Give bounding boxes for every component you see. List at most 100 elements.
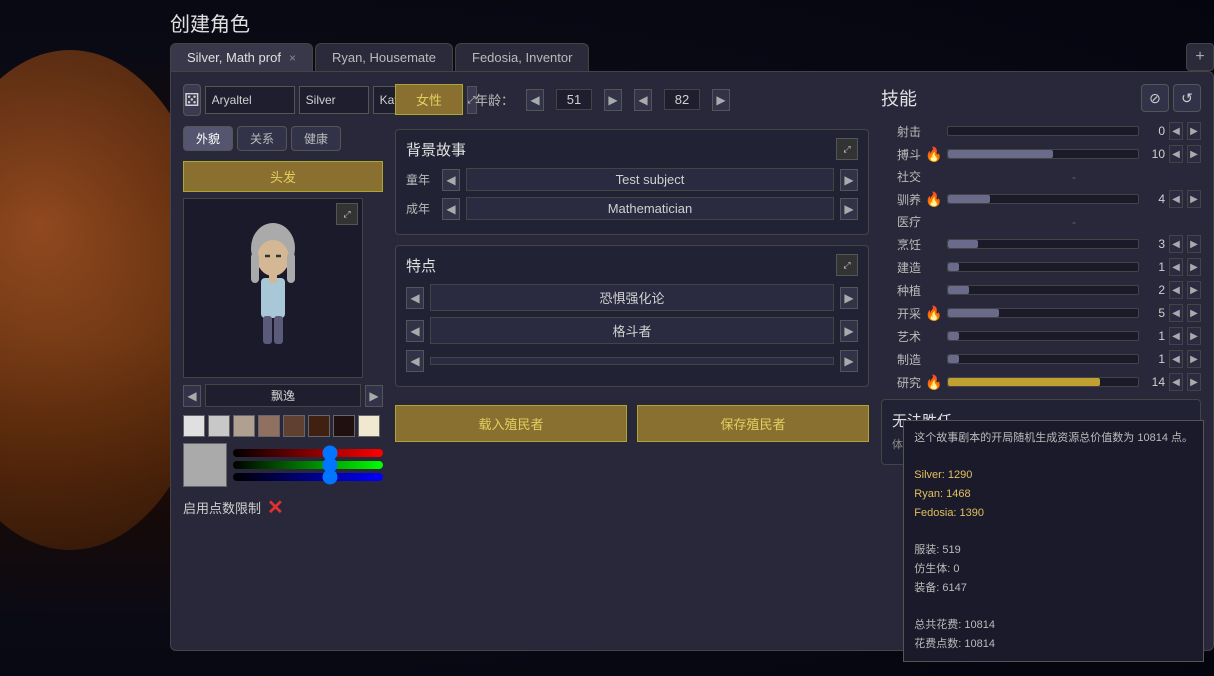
skill-val-2: -: [947, 170, 1201, 184]
tab-add-button[interactable]: +: [1186, 43, 1214, 71]
adult-next[interactable]: ▶: [840, 198, 858, 220]
skill-prev-6[interactable]: ◀: [1169, 258, 1183, 276]
traits-title: 特点: [406, 255, 436, 276]
skill-prev-8[interactable]: ◀: [1169, 304, 1183, 322]
skill-next-8[interactable]: ▶: [1187, 304, 1201, 322]
skill-fire-11: 🔥: [925, 374, 943, 391]
blue-slider[interactable]: [233, 473, 383, 481]
age-max-next[interactable]: ▶: [712, 89, 730, 111]
age-min-prev[interactable]: ◀: [526, 89, 544, 111]
subtab-appearance[interactable]: 外貌: [183, 126, 233, 151]
adult-value: Mathematician: [466, 197, 834, 220]
skill-next-5[interactable]: ▶: [1187, 235, 1201, 253]
adult-prev[interactable]: ◀: [442, 198, 460, 220]
skill-next-1[interactable]: ▶: [1187, 145, 1201, 163]
traits-header: 特点 ⤢: [406, 254, 858, 276]
tooltip-total: 总共花费: 10814: [914, 616, 1193, 635]
skill-fire-3: 🔥: [925, 191, 943, 208]
tab-fedosia[interactable]: Fedosia, Inventor: [455, 43, 589, 71]
point-limit-row: 启用点数限制 ✕: [183, 495, 383, 520]
traits-expand-button[interactable]: ⤢: [836, 254, 858, 276]
childhood-prev[interactable]: ◀: [442, 169, 460, 191]
save-colonist-button[interactable]: 保存殖民者: [637, 405, 869, 442]
color-swatch-0[interactable]: [183, 415, 205, 437]
dice-button[interactable]: ⚄: [183, 84, 201, 116]
color-swatch-3[interactable]: [258, 415, 280, 437]
character-preview: ⤢: [183, 198, 363, 378]
skill-name-3: 驯养: [881, 191, 921, 208]
style-next-button[interactable]: ▶: [365, 385, 383, 407]
trait-3-next[interactable]: ▶: [840, 350, 858, 372]
skill-prev-10[interactable]: ◀: [1169, 350, 1183, 368]
skill-prev-9[interactable]: ◀: [1169, 327, 1183, 345]
tab-silver[interactable]: Silver, Math prof ×: [170, 43, 313, 71]
gender-button[interactable]: 女性: [395, 84, 463, 115]
tooltip-bionic: 仿生体: 0: [914, 560, 1193, 579]
color-swatch-7[interactable]: [358, 415, 380, 437]
skill-fire-9: [925, 328, 943, 344]
skill-prev-1[interactable]: ◀: [1169, 145, 1183, 163]
trait-3-prev[interactable]: ◀: [406, 350, 424, 372]
middle-name-input[interactable]: [299, 86, 369, 114]
tooltip-silver: Silver: 1290: [914, 466, 1193, 485]
skill-prev-3[interactable]: ◀: [1169, 190, 1183, 208]
skill-prev-7[interactable]: ◀: [1169, 281, 1183, 299]
tooltip-desc: 这个故事剧本的开局随机生成资源总价值数为 10814 点。: [914, 429, 1193, 448]
skill-row-7: 种植 2◀▶: [881, 281, 1201, 299]
red-slider[interactable]: [233, 449, 383, 457]
skill-prev-11[interactable]: ◀: [1169, 373, 1183, 391]
skill-prev-0[interactable]: ◀: [1169, 122, 1183, 140]
skill-next-6[interactable]: ▶: [1187, 258, 1201, 276]
skills-reset-button[interactable]: ⊘: [1141, 84, 1169, 112]
color-swatch-6[interactable]: [333, 415, 355, 437]
skill-next-3[interactable]: ▶: [1187, 190, 1201, 208]
skill-row-9: 艺术 1◀▶: [881, 327, 1201, 345]
skill-next-11[interactable]: ▶: [1187, 373, 1201, 391]
skill-bar-7: [947, 285, 1139, 295]
style-prev-button[interactable]: ◀: [183, 385, 201, 407]
childhood-next[interactable]: ▶: [840, 169, 858, 191]
gender-age-row: 女性 年龄： ◀ 51 ▶ ◀ 82 ▶: [395, 84, 869, 115]
character-sprite: [233, 218, 313, 358]
skill-val-3: 4: [1143, 192, 1165, 206]
skill-next-10[interactable]: ▶: [1187, 350, 1201, 368]
skill-fire-0: [925, 123, 943, 139]
green-slider[interactable]: [233, 461, 383, 469]
skill-val-9: 1: [1143, 329, 1165, 343]
trait-2-prev[interactable]: ◀: [406, 320, 424, 342]
point-limit-x-mark[interactable]: ✕: [267, 495, 284, 520]
trait-2-next[interactable]: ▶: [840, 320, 858, 342]
skills-refresh-button[interactable]: ↺: [1173, 84, 1201, 112]
skill-row-5: 烹饪 3◀▶: [881, 235, 1201, 253]
subtab-health[interactable]: 健康: [291, 126, 341, 151]
adult-row: 成年 ◀ Mathematician ▶: [406, 197, 858, 220]
color-swatch-4[interactable]: [283, 415, 305, 437]
skill-name-8: 开采: [881, 305, 921, 322]
backstory-expand-button[interactable]: ⤢: [836, 138, 858, 160]
trait-1-prev[interactable]: ◀: [406, 287, 424, 309]
skills-header: 技能 ⊘ ↺: [881, 84, 1201, 112]
skill-next-7[interactable]: ▶: [1187, 281, 1201, 299]
skill-next-9[interactable]: ▶: [1187, 327, 1201, 345]
first-name-input[interactable]: [205, 86, 295, 114]
subtab-relations[interactable]: 关系: [237, 126, 287, 151]
load-colonist-button[interactable]: 载入殖民者: [395, 405, 627, 442]
tab-silver-close[interactable]: ×: [289, 51, 296, 65]
trait-2-value: 格斗者: [430, 317, 834, 344]
color-swatch-1[interactable]: [208, 415, 230, 437]
skill-fire-2: [925, 169, 943, 185]
skill-prev-5[interactable]: ◀: [1169, 235, 1183, 253]
skill-bar-0: [947, 126, 1139, 136]
age-max-prev[interactable]: ◀: [634, 89, 652, 111]
hair-button[interactable]: 头发: [183, 161, 383, 192]
skill-next-0[interactable]: ▶: [1187, 122, 1201, 140]
age-min-next[interactable]: ▶: [604, 89, 622, 111]
tab-ryan[interactable]: Ryan, Housemate: [315, 43, 453, 71]
skill-rows: 射击 0◀▶搏斗🔥10◀▶社交 -驯养🔥4◀▶医疗 -烹饪 3◀▶建造 1◀▶种…: [881, 122, 1201, 391]
tooltip-clothes: 服装: 519: [914, 541, 1193, 560]
skill-bar-9: [947, 331, 1139, 341]
preview-expand-button[interactable]: ⤢: [336, 203, 358, 225]
color-swatch-2[interactable]: [233, 415, 255, 437]
trait-1-next[interactable]: ▶: [840, 287, 858, 309]
color-swatch-5[interactable]: [308, 415, 330, 437]
